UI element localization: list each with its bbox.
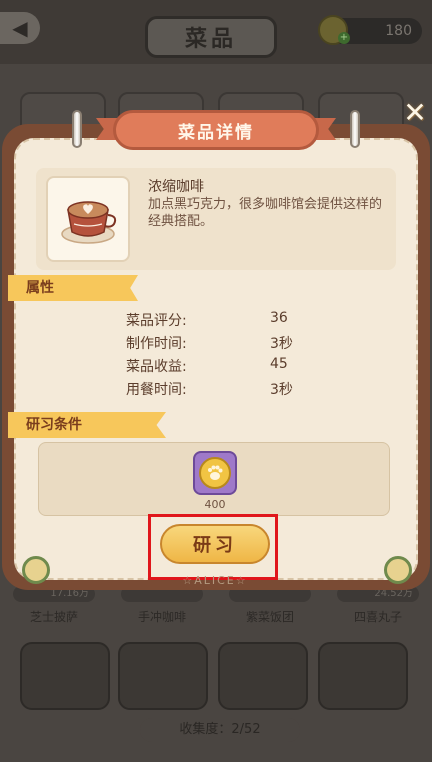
latte-cup-icon [61, 201, 117, 244]
close-icon: ✕ [403, 96, 427, 129]
dish-description: 加点黑巧克力，很多咖啡馆会提供这样的经典搭配。 [148, 197, 383, 229]
requirement-count: 400 [204, 498, 226, 511]
attribute-label: 制作时间: [126, 336, 187, 352]
add-coin-icon[interactable]: + [338, 32, 350, 44]
dish-labels-row: 芝士披萨 手冲咖啡 紫菜饭团 四喜丸子 [0, 608, 432, 625]
back-button[interactable]: ◀ [0, 12, 40, 44]
dish-label: 紫菜饭团 [245, 610, 294, 624]
locked-dish-card[interactable] [218, 642, 308, 710]
locked-dish-card[interactable] [20, 642, 110, 710]
paw-print-icon [208, 465, 223, 480]
back-arrow-icon: ◀ [12, 16, 28, 40]
flower-icon [384, 556, 412, 584]
coin-counter: + 180 [318, 15, 422, 45]
dish-name: 浓缩咖啡 [148, 179, 204, 195]
binder-ring-left [72, 110, 82, 148]
dish-label: 四喜丸子 [353, 610, 402, 624]
top-bar: ◀ 菜品 + 180 [0, 0, 432, 64]
binder-ring-right [350, 110, 360, 148]
attribute-label: 用餐时间: [126, 382, 187, 398]
attribute-value: 3秒 [270, 336, 293, 352]
coin-amount: 180 [385, 23, 412, 39]
dish-thumbnail [46, 176, 130, 262]
dish-label: 芝士披萨 [29, 610, 78, 624]
attribute-label: 菜品收益: [126, 359, 187, 375]
locked-dish-card[interactable] [318, 642, 408, 710]
page-title: 菜品 [145, 16, 277, 58]
flower-icon [22, 556, 50, 584]
attributes-tag: 属性 [8, 275, 138, 301]
paw-coin-icon [199, 457, 231, 489]
collection-progress: 收集度：2/52 [140, 718, 300, 742]
modal-title: 菜品详情 [113, 110, 319, 150]
attribute-value: 36 [270, 310, 288, 326]
close-button[interactable]: ✕ [400, 98, 430, 128]
attribute-value: 3秒 [270, 382, 293, 398]
locked-dish-card[interactable] [118, 642, 208, 710]
dish-label: 手冲咖啡 [137, 610, 186, 624]
brand-label: ☆ALICE☆ [182, 574, 248, 587]
attribute-label: 菜品评分: [126, 313, 187, 329]
requirements-tag: 研习条件 [8, 412, 166, 438]
requirement-item[interactable] [193, 451, 237, 495]
attribute-value: 45 [270, 356, 288, 372]
highlight-box [148, 514, 278, 580]
